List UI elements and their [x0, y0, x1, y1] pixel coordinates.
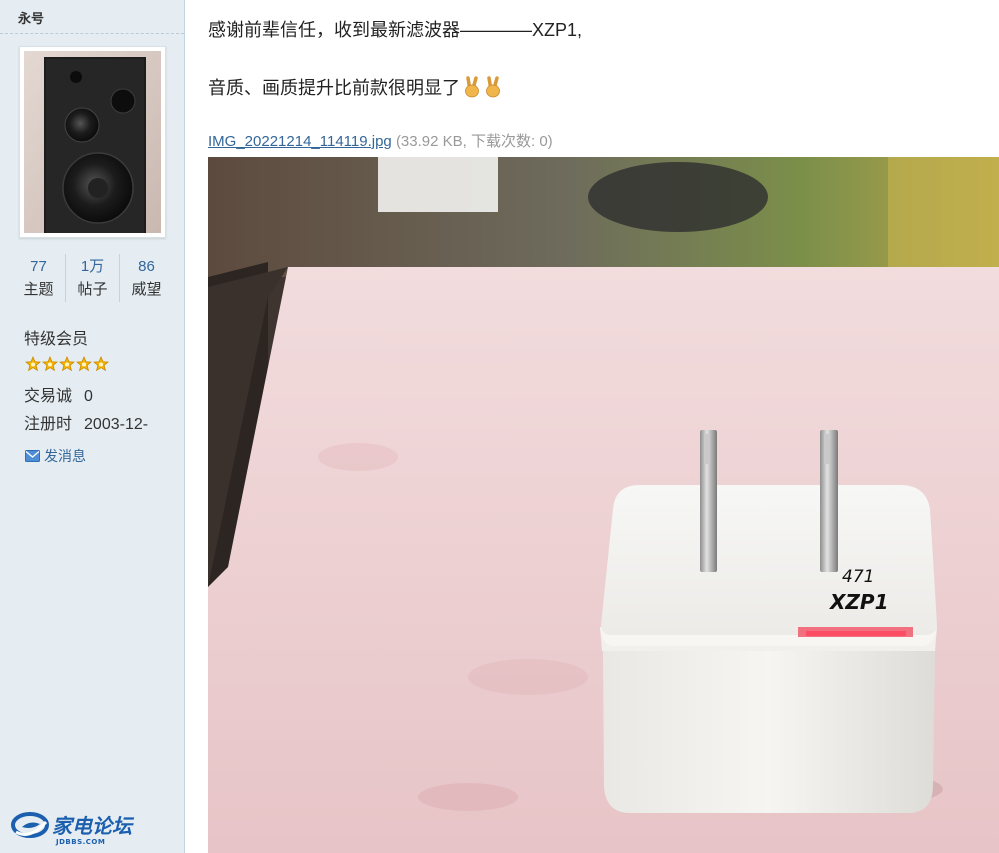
- star-icon: [59, 356, 75, 372]
- stat-prestige[interactable]: 86 威望: [120, 254, 173, 304]
- attachment-meta: (33.92 KB, 下载次数: 0): [395, 133, 553, 150]
- photo-handwriting-code: 471: [842, 567, 874, 587]
- user-group: 特级会员: [24, 331, 89, 348]
- stat-topics[interactable]: 77 主题: [12, 254, 65, 304]
- username-link[interactable]: 永号: [18, 8, 44, 27]
- post-text-line-2-content: 音质、画质提升比前款很明显了: [208, 78, 460, 98]
- trade-value: 0: [84, 388, 93, 405]
- trade-rating: 交易诚 0: [24, 382, 93, 406]
- register-date: 注册时 2003-12-: [24, 410, 148, 434]
- site-logo: 家电论坛 JDBBS.COM: [10, 810, 140, 853]
- rating-stars: [25, 356, 110, 372]
- avatar-image: [24, 51, 161, 233]
- attachment-photo-image: 471 XZP1: [208, 157, 999, 853]
- register-value: 2003-12-: [84, 416, 149, 433]
- attachment-info: IMG_20221214_114119.jpg (33.92 KB, 下载次数:…: [208, 130, 553, 151]
- envelope-icon: [25, 450, 40, 462]
- send-message-label: 发消息: [44, 448, 86, 464]
- avatar[interactable]: [19, 46, 166, 238]
- star-icon: [25, 356, 41, 372]
- victory-hand-emoji-icon: [465, 76, 479, 98]
- site-logo-domain: JDBBS.COM: [55, 838, 105, 846]
- trade-label: 交易诚: [24, 388, 73, 405]
- stat-posts[interactable]: 1万 帖子: [66, 254, 119, 304]
- photo-handwriting-model: XZP1: [828, 590, 889, 614]
- post-text-line-2: 音质、画质提升比前款很明显了: [208, 74, 502, 100]
- star-icon: [76, 356, 92, 372]
- victory-hand-emoji-icon: [486, 76, 500, 98]
- attachment-photo[interactable]: 471 XZP1: [208, 157, 999, 853]
- user-sidebar: 永号 77 主题 1万 帖子 86 威望 特级会员 交易诚 0 注册时 2003…: [0, 0, 185, 853]
- send-message-link[interactable]: 发消息: [25, 446, 86, 466]
- forum-post: 永号 77 主题 1万 帖子 86 威望 特级会员 交易诚 0 注册时 2003…: [0, 0, 999, 853]
- user-stats: 77 主题 1万 帖子 86 威望: [12, 254, 174, 304]
- site-logo-text: 家电论坛: [52, 814, 135, 838]
- register-label: 注册时: [24, 416, 73, 433]
- site-logo-mark: 家电论坛 JDBBS.COM: [11, 812, 135, 846]
- sidebar-divider: [0, 33, 184, 34]
- star-icon: [42, 356, 58, 372]
- star-icon: [93, 356, 109, 372]
- attachment-link[interactable]: IMG_20221214_114119.jpg: [208, 133, 392, 150]
- post-text-line-1: 感谢前辈信任，收到最新滤波器————XZP1,: [208, 20, 583, 40]
